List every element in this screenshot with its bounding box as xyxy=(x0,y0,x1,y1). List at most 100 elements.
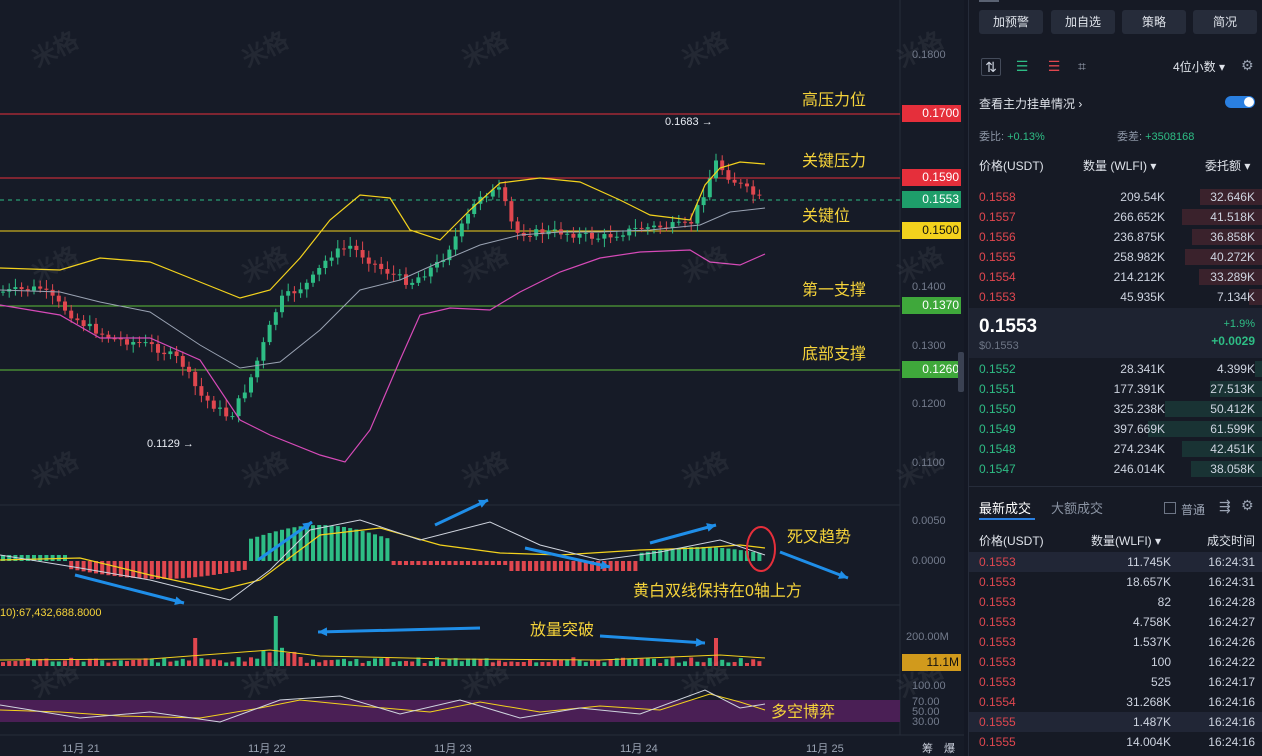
trade-price: 0.1554 xyxy=(979,695,1016,709)
trade-row[interactable]: 0.1553 11.745K 16:24:31 xyxy=(969,552,1262,572)
trade-row[interactable]: 0.1553 82 16:24:28 xyxy=(969,592,1262,612)
col-price-header: 价格(USDT) xyxy=(979,159,1044,173)
macd-bar xyxy=(435,561,439,565)
bid-row[interactable]: 0.1548 274.234K 42.451K xyxy=(969,439,1262,459)
filter-icon[interactable]: ⇶ xyxy=(1219,498,1231,515)
decimals-select[interactable]: 4位小数 ▾ xyxy=(1173,58,1225,75)
annotation-key-resist: 关键压力 xyxy=(802,153,867,170)
macd-bar xyxy=(466,561,470,565)
ask-row[interactable]: 0.1556 236.875K 36.858K xyxy=(969,227,1262,247)
macd-bar xyxy=(447,561,452,565)
add-watchlist-button[interactable]: 加自选 xyxy=(1051,10,1115,34)
trade-row[interactable]: 0.1554 31.268K 16:24:16 xyxy=(969,692,1262,712)
macd-bar xyxy=(546,561,551,571)
normal-checkbox[interactable] xyxy=(1164,502,1176,514)
ask-row[interactable]: 0.1558 209.54K 32.646K xyxy=(969,187,1262,207)
trade-price: 0.1553 xyxy=(979,655,1016,669)
strategy-button[interactable]: 策略 xyxy=(1122,10,1186,34)
volume-bar xyxy=(683,661,687,666)
tab-large-trades[interactable]: 大额成交 xyxy=(1051,498,1103,517)
macd-bar xyxy=(577,561,582,571)
macd-bar xyxy=(478,561,483,565)
trade-qty: 11.745K xyxy=(1127,555,1171,569)
trade-row[interactable]: 0.1553 1.537K 16:24:26 xyxy=(969,632,1262,652)
trade-row[interactable]: 0.1553 4.758K 16:24:27 xyxy=(969,612,1262,632)
macd-bar xyxy=(317,525,322,561)
bid-row[interactable]: 0.1550 325.238K 50.412K xyxy=(969,399,1262,419)
candle-body xyxy=(94,323,98,334)
bid-ask-diff: 委差: +3508168 xyxy=(1117,131,1195,143)
candle-body xyxy=(317,268,322,275)
liquidation-button[interactable]: 爆 xyxy=(944,740,955,756)
y-tick: 0.1300 xyxy=(912,340,946,352)
trade-row[interactable]: 0.1553 100 16:24:22 xyxy=(969,652,1262,672)
volume-bar xyxy=(131,660,136,666)
settings-gear-icon[interactable]: ⚙ xyxy=(1241,57,1254,74)
volume-bar xyxy=(751,659,756,666)
chips-button[interactable]: 筹 xyxy=(922,740,933,756)
bid-ask-ratio: 委比: +0.13% xyxy=(979,131,1045,143)
candle-body xyxy=(534,229,539,237)
book-trades-icon[interactable]: ⌗ xyxy=(1073,58,1091,74)
bid-row[interactable]: 0.1552 28.341K 4.399K xyxy=(969,359,1262,379)
overview-button[interactable]: 简况 xyxy=(1193,10,1257,34)
main-order-link[interactable]: 查看主力挂单情况 › xyxy=(979,95,1082,112)
candle-body xyxy=(720,160,725,171)
order-total: 40.272K xyxy=(1210,250,1255,264)
annotation-first-support: 第一支撑 xyxy=(802,282,867,299)
macd-bar xyxy=(695,547,700,561)
trade-row[interactable]: 0.1553 18.657K 16:24:31 xyxy=(969,572,1262,592)
volume-bar xyxy=(534,662,539,666)
col-qty-header[interactable]: 数量 (WLFI) ▾ xyxy=(1083,157,1156,174)
trade-col-price: 价格(USDT) xyxy=(979,534,1044,548)
volume-bar xyxy=(156,662,160,666)
book-asks-icon[interactable]: ☰ xyxy=(1045,58,1063,74)
bid-row[interactable]: 0.1549 397.669K 61.599K xyxy=(969,419,1262,439)
panel-collapse-handle[interactable] xyxy=(958,352,964,392)
candle-body xyxy=(497,187,501,190)
add-alert-button[interactable]: 加预警 xyxy=(979,10,1043,34)
macd-bar xyxy=(379,536,384,561)
bid-row[interactable]: 0.1551 177.391K 27.513K xyxy=(969,379,1262,399)
volume-bar xyxy=(577,659,582,666)
trade-row[interactable]: 0.1555 14.004K 16:24:16 xyxy=(969,732,1262,752)
trade-row[interactable]: 0.1553 525 16:24:17 xyxy=(969,672,1262,692)
macd-bar xyxy=(373,534,377,561)
ask-row[interactable]: 0.1557 266.652K 41.518K xyxy=(969,207,1262,227)
volume-bar xyxy=(87,658,92,666)
volume-bar xyxy=(658,662,663,666)
ask-row[interactable]: 0.1553 45.935K 7.134K xyxy=(969,287,1262,307)
candle-body xyxy=(379,263,384,270)
high-price-label: 0.1683 → xyxy=(665,116,713,128)
macd-bar xyxy=(131,561,136,578)
order-total: 41.518K xyxy=(1210,210,1255,224)
macd-bar xyxy=(503,561,508,565)
macd-bar xyxy=(422,561,427,565)
kline-chart[interactable]: 米格 米格 米格 米格 米格 米格 米格 米格 米格 米格 米格 米格 米格 米格 米格 米格 米格 米格 米格 米格… xyxy=(0,0,964,756)
candle-body xyxy=(298,289,303,294)
y-tick: 0.1100 xyxy=(912,457,945,469)
candle-body xyxy=(242,392,247,399)
candle-body xyxy=(745,183,749,187)
trade-settings-gear-icon[interactable]: ⚙ xyxy=(1241,497,1254,514)
trade-row[interactable]: 0.1555 1.487K 16:24:16 xyxy=(969,712,1262,732)
candle-body xyxy=(311,274,315,283)
bid-row[interactable]: 0.1547 246.014K 38.058K xyxy=(969,459,1262,479)
trend-arrow xyxy=(599,634,706,645)
depth-bar xyxy=(1255,361,1262,377)
ask-row[interactable]: 0.1555 258.982K 40.272K xyxy=(969,247,1262,267)
macd-bar xyxy=(515,561,520,571)
trade-time: 16:24:26 xyxy=(1208,635,1255,649)
main-order-toggle[interactable] xyxy=(1225,96,1255,108)
volume-bar xyxy=(391,661,396,666)
volume-bar xyxy=(137,659,142,666)
tab-latest-trades[interactable]: 最新成交 xyxy=(979,498,1031,517)
col-total-header[interactable]: 委托额 ▾ xyxy=(1205,157,1250,174)
book-both-icon[interactable]: ⇅ xyxy=(981,58,1001,76)
book-bids-icon[interactable]: ☰ xyxy=(1013,58,1031,74)
candle-body xyxy=(583,232,588,234)
volume-bar xyxy=(745,662,749,666)
ask-row[interactable]: 0.1554 214.212K 33.289K xyxy=(969,267,1262,287)
trade-col-qty[interactable]: 数量(WLFI) ▾ xyxy=(1091,532,1161,549)
candlestick-canvas[interactable] xyxy=(0,0,964,756)
